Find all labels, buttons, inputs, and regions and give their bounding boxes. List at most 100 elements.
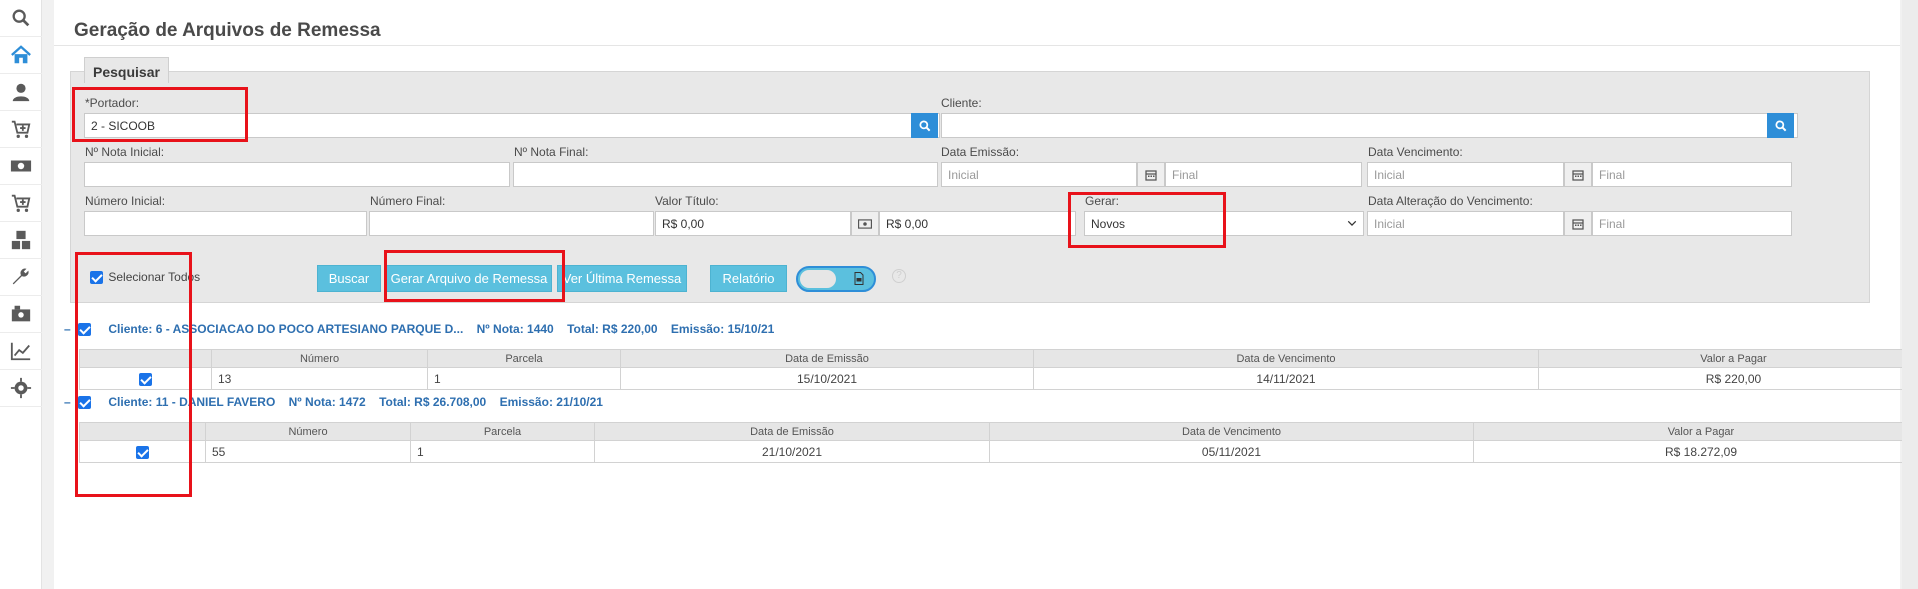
sidebar-cash-register[interactable] bbox=[0, 296, 42, 333]
cell-emissao: 21/10/2021 bbox=[594, 440, 990, 463]
wrench-icon bbox=[12, 268, 29, 285]
help-icon[interactable]: ? bbox=[892, 269, 906, 283]
valor-titulo-end[interactable]: R$ 0,00 bbox=[879, 211, 1076, 236]
scrollbar-track[interactable] bbox=[1902, 0, 1918, 589]
annotation-gerar bbox=[1068, 192, 1226, 248]
nota-final-input[interactable] bbox=[513, 162, 938, 187]
home-icon bbox=[11, 45, 31, 64]
user-icon bbox=[12, 83, 30, 102]
main-panel: Geração de Arquivos de Remessa Pesquisar… bbox=[54, 0, 1918, 589]
cell-vencimento: 14/11/2021 bbox=[1033, 367, 1539, 390]
cliente-label: Cliente: bbox=[941, 96, 982, 110]
buscar-button[interactable]: Buscar bbox=[317, 265, 381, 292]
data-emissao-start[interactable]: Inicial bbox=[941, 162, 1137, 187]
client-total: Total: R$ 220,00 bbox=[567, 322, 658, 336]
annotation-gerar-arquivo bbox=[384, 250, 565, 302]
col-valor: Valor a Pagar bbox=[1538, 349, 1918, 368]
data-vencimento-start[interactable]: Inicial bbox=[1367, 162, 1564, 187]
cart-add-icon bbox=[11, 120, 31, 138]
cell-valor: R$ 18.272,09 bbox=[1473, 440, 1918, 463]
calendar-icon bbox=[1572, 218, 1584, 230]
cell-emissao: 15/10/2021 bbox=[620, 367, 1034, 390]
cell-parcela: 1 bbox=[427, 367, 621, 390]
sidebar-settings[interactable] bbox=[0, 370, 42, 407]
cell-numero: 55 bbox=[205, 440, 411, 463]
chart-line-icon bbox=[10, 342, 31, 361]
cell-valor: R$ 220,00 bbox=[1538, 367, 1918, 390]
numero-inicial-label: Número Inicial: bbox=[85, 194, 166, 208]
cart-icon bbox=[11, 194, 31, 212]
client-nota: Nº Nota: 1440 bbox=[476, 322, 554, 336]
cell-parcela: 1 bbox=[410, 440, 595, 463]
cliente-search-button[interactable] bbox=[1767, 113, 1794, 138]
client-group-2-table: Número Parcela Data de Emissão Data de V… bbox=[79, 422, 1918, 463]
numero-final-input[interactable] bbox=[369, 211, 654, 236]
money-icon bbox=[10, 160, 32, 172]
sidebar-cart-add[interactable] bbox=[0, 111, 42, 148]
data-vencimento-label: Data Vencimento: bbox=[1368, 145, 1463, 159]
title-divider bbox=[54, 45, 1900, 46]
cliente-input[interactable] bbox=[941, 113, 1798, 138]
sidebar-search[interactable] bbox=[0, 0, 42, 37]
sidebar-home[interactable] bbox=[0, 37, 42, 74]
table-row[interactable]: 55 1 21/10/2021 05/11/2021 R$ 18.272,09 bbox=[79, 440, 1918, 463]
sidebar-chart[interactable] bbox=[0, 333, 42, 370]
client-total: Total: R$ 26.708,00 bbox=[379, 395, 487, 409]
portador-search-button[interactable] bbox=[911, 113, 938, 138]
nota-inicial-label: Nº Nota Inicial: bbox=[85, 145, 165, 159]
data-alteracao-calendar[interactable] bbox=[1564, 211, 1592, 236]
chevron-down-icon bbox=[1347, 220, 1357, 226]
annotation-portador bbox=[72, 87, 248, 142]
sidebar-user[interactable] bbox=[0, 74, 42, 111]
client-nota: Nº Nota: 1472 bbox=[288, 395, 366, 409]
sidebar bbox=[0, 0, 42, 589]
calendar-icon bbox=[1572, 169, 1584, 181]
sidebar-money[interactable] bbox=[0, 148, 42, 185]
data-emissao-label: Data Emissão: bbox=[941, 145, 1020, 159]
data-emissao-end[interactable]: Final bbox=[1165, 162, 1362, 187]
col-data-emissao: Data de Emissão bbox=[594, 422, 990, 441]
numero-inicial-input[interactable] bbox=[84, 211, 367, 236]
nota-final-label: Nº Nota Final: bbox=[514, 145, 589, 159]
cell-numero: 13 bbox=[211, 367, 428, 390]
pdf-toggle[interactable] bbox=[796, 266, 876, 292]
col-data-emissao: Data de Emissão bbox=[620, 349, 1034, 368]
data-vencimento-end[interactable]: Final bbox=[1592, 162, 1792, 187]
data-emissao-calendar[interactable] bbox=[1137, 162, 1165, 187]
boxes-icon bbox=[11, 230, 31, 250]
cell-vencimento: 05/11/2021 bbox=[989, 440, 1474, 463]
money-icon bbox=[858, 218, 872, 229]
sidebar-cart[interactable] bbox=[0, 185, 42, 222]
search-icon bbox=[1774, 119, 1786, 131]
relatorio-button[interactable]: Relatório bbox=[710, 265, 787, 292]
table-row[interactable]: 13 1 15/10/2021 14/11/2021 R$ 220,00 bbox=[79, 367, 1918, 390]
toggle-knob bbox=[800, 270, 836, 288]
numero-final-label: Número Final: bbox=[370, 194, 446, 208]
col-parcela: Parcela bbox=[410, 422, 595, 441]
col-data-vencimento: Data de Vencimento bbox=[989, 422, 1474, 441]
col-parcela: Parcela bbox=[427, 349, 621, 368]
calendar-icon bbox=[1145, 169, 1157, 181]
data-alteracao-start[interactable]: Inicial bbox=[1367, 211, 1564, 236]
annotation-checkboxes bbox=[75, 252, 192, 497]
search-icon bbox=[918, 119, 930, 131]
data-vencimento-calendar[interactable] bbox=[1564, 162, 1592, 187]
col-data-vencimento: Data de Vencimento bbox=[1033, 349, 1539, 368]
nota-inicial-input[interactable] bbox=[84, 162, 510, 187]
sidebar-boxes[interactable] bbox=[0, 222, 42, 259]
sidebar-wrench[interactable] bbox=[0, 259, 42, 296]
data-alteracao-end[interactable]: Final bbox=[1592, 211, 1792, 236]
data-alteracao-label: Data Alteração do Vencimento: bbox=[1368, 194, 1533, 208]
valor-titulo-money-button[interactable] bbox=[851, 211, 879, 236]
col-numero: Número bbox=[205, 422, 411, 441]
valor-titulo-start[interactable]: R$ 0,00 bbox=[655, 211, 851, 236]
col-numero: Número bbox=[211, 349, 428, 368]
pdf-file-icon bbox=[854, 272, 864, 285]
client-group-1-table: Número Parcela Data de Emissão Data de V… bbox=[79, 349, 1918, 390]
client-emissao: Emissão: 15/10/21 bbox=[670, 322, 775, 336]
valor-titulo-label: Valor Título: bbox=[655, 194, 719, 208]
tab-pesquisar[interactable]: Pesquisar bbox=[84, 57, 169, 83]
col-valor: Valor a Pagar bbox=[1473, 422, 1918, 441]
ver-ultima-remessa-button[interactable]: Ver Última Remessa bbox=[557, 265, 687, 292]
client-emissao: Emissão: 21/10/21 bbox=[499, 395, 603, 409]
